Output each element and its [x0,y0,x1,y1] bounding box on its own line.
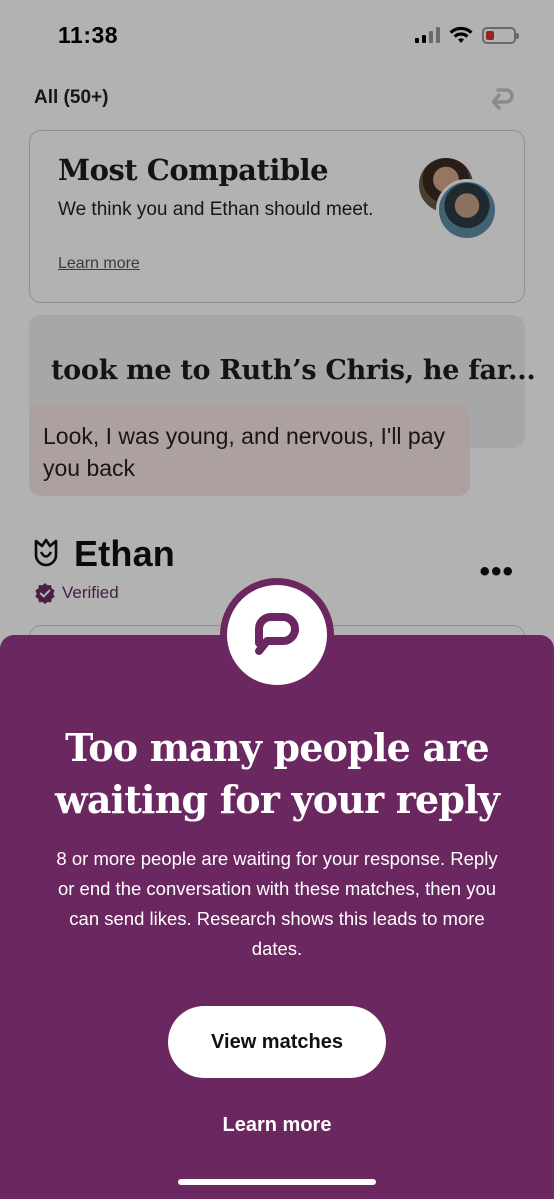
sheet-body: 8 or more people are waiting for your re… [56,848,498,959]
home-indicator [178,1179,376,1185]
sheet-title: Too many people are waiting for your rep… [54,725,500,822]
chat-bubble-icon [227,585,327,685]
learn-more-button[interactable]: Learn more [0,1114,554,1137]
view-matches-button[interactable]: View matches [168,1006,386,1078]
